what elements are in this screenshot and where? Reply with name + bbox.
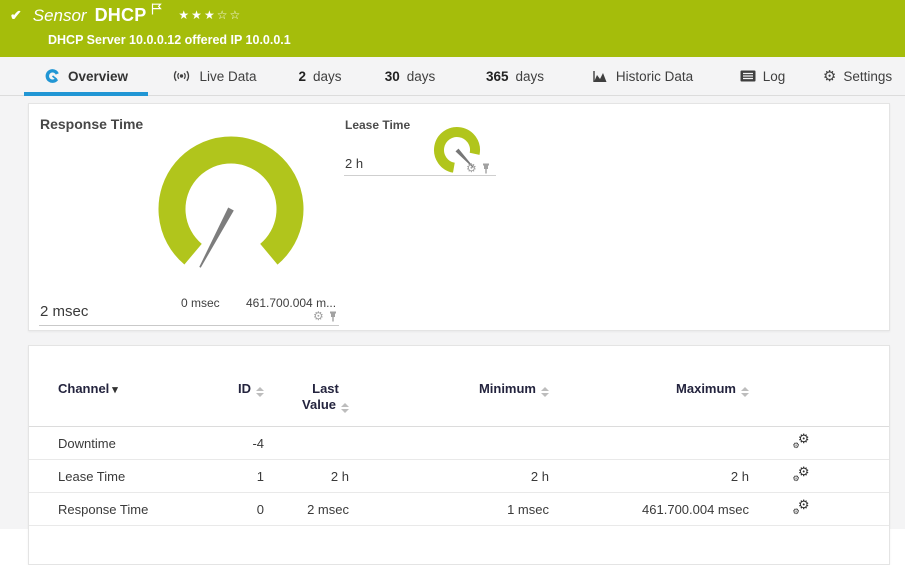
sensor-header: ✔ Sensor DHCP ★★★☆☆ DHCP Server 10.0.0.1…	[0, 0, 905, 57]
overview-gauges-panel: Response Time 0 msec 461.700.004 m... 2 …	[28, 103, 890, 331]
channel-maximum	[549, 427, 749, 460]
channel-settings-icon[interactable]: ⚙ ⚙	[793, 498, 810, 516]
sort-icon	[256, 387, 264, 397]
table-row-lease-time: Lease Time 1 2 h 2 h 2 h ⚙ ⚙	[29, 460, 889, 493]
priority-stars[interactable]: ★★★☆☆	[178, 8, 242, 22]
object-kind-label: Sensor	[32, 5, 87, 25]
tab-365-days[interactable]: 365 days	[460, 57, 570, 95]
channel-name: Response Time	[58, 501, 149, 517]
channel-maximum: 2 h	[730, 468, 749, 484]
sensor-subtitle: DHCP Server 10.0.0.12 offered IP 10.0.0.…	[48, 33, 291, 47]
pin-icon[interactable]	[481, 163, 491, 174]
channels-table: Channel▾ ID Last Value Minimum Maximum	[29, 381, 889, 526]
flag-icon[interactable]	[151, 2, 163, 20]
lease-time-value: 2 h	[345, 156, 364, 171]
response-time-value: 2 msec	[40, 303, 89, 320]
tab-overview[interactable]: Overview	[24, 57, 148, 96]
gear-icon[interactable]: ⚙	[466, 162, 477, 174]
gauge-scale-max: 461.700.004 m...	[246, 296, 337, 310]
channel-name: Downtime	[58, 435, 116, 451]
channel-maximum: 461.700.004 msec	[642, 501, 749, 517]
tab-historic-data[interactable]: Historic Data	[570, 57, 715, 95]
channel-id: -4	[252, 435, 264, 451]
column-header-channel[interactable]: Channel ▾	[29, 381, 204, 427]
channel-settings-icon[interactable]: ⚙ ⚙	[793, 465, 810, 483]
column-header-id[interactable]: ID	[204, 381, 264, 427]
gauge-icon	[45, 69, 60, 83]
sort-icon	[341, 403, 349, 413]
channel-minimum: 1 msec	[507, 501, 549, 517]
column-header-minimum[interactable]: Minimum	[349, 381, 549, 427]
response-time-gauge	[158, 136, 304, 282]
channel-last-value: 2 msec	[307, 501, 349, 517]
gauge-scale-min: 0 msec	[181, 296, 220, 310]
tab-log[interactable]: Log	[715, 57, 810, 95]
channel-last-value	[264, 427, 349, 460]
channel-name: Lease Time	[58, 468, 126, 484]
sort-desc-icon: ▾	[112, 384, 118, 396]
tab-settings[interactable]: ⚙ Settings	[810, 57, 905, 95]
tab-30-days[interactable]: 30 days	[360, 57, 460, 95]
channels-panel: Channel▾ ID Last Value Minimum Maximum	[28, 345, 890, 565]
channel-settings-icon[interactable]: ⚙ ⚙	[793, 432, 810, 450]
live-signal-icon	[174, 70, 190, 82]
column-header-actions	[749, 381, 889, 427]
channel-minimum	[349, 427, 549, 460]
tab-2-days[interactable]: 2 days	[280, 57, 360, 95]
table-row-response-time: Response Time 0 2 msec 1 msec 461.700.00…	[29, 493, 889, 526]
area-chart-icon	[593, 70, 607, 82]
log-list-icon	[740, 70, 756, 82]
gauge-needle	[199, 207, 234, 268]
table-row-downtime: Downtime -4 ⚙ ⚙	[29, 427, 889, 460]
channel-id: 1	[256, 468, 264, 484]
lease-time-title: Lease Time	[345, 118, 411, 132]
tab-live-data[interactable]: Live Data	[148, 57, 280, 95]
gear-icon: ⚙	[822, 67, 837, 85]
status-ok-check-icon: ✔	[10, 7, 22, 23]
response-time-title: Response Time	[40, 116, 144, 132]
divider	[39, 325, 339, 326]
column-header-last-value[interactable]: Last Value	[264, 381, 349, 427]
sort-icon	[741, 387, 749, 397]
tab-bar: Overview Live Data 2 days 30 days 365 da…	[0, 57, 905, 96]
response-time-widget-controls: ⚙	[313, 310, 338, 322]
divider	[344, 175, 496, 176]
sensor-name: DHCP	[94, 5, 147, 25]
prtg-sensor-page: { "icons": { "check": "✔", "gear": "⚙", …	[0, 0, 905, 565]
pin-icon[interactable]	[328, 311, 338, 322]
channel-id: 0	[256, 501, 264, 517]
channel-minimum: 2 h	[530, 468, 549, 484]
channel-last-value: 2 h	[330, 468, 349, 484]
gear-icon[interactable]: ⚙	[313, 310, 324, 322]
column-header-maximum[interactable]: Maximum	[549, 381, 749, 427]
sort-icon	[541, 387, 549, 397]
lease-time-widget-controls: ⚙	[466, 162, 491, 174]
